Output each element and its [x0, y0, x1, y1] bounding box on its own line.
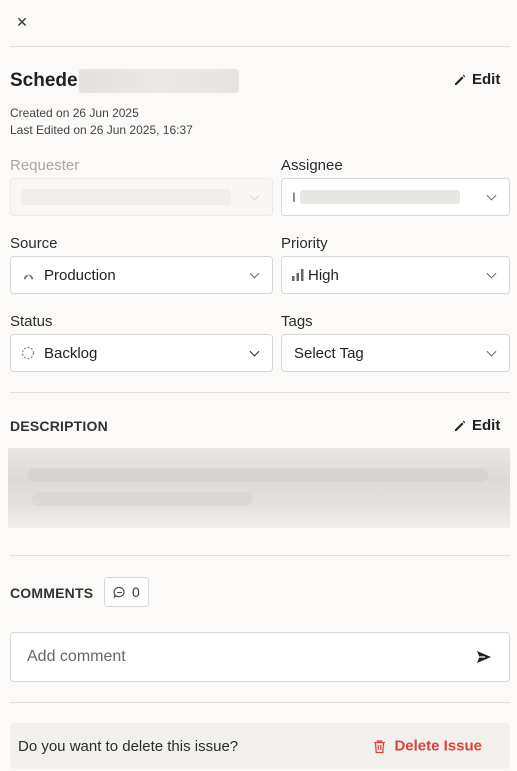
redacted-description	[8, 448, 510, 528]
delete-issue-button[interactable]: Delete Issue	[373, 738, 482, 755]
chevron-down-icon	[249, 268, 260, 279]
delete-question: Do you want to delete this issue?	[18, 737, 239, 755]
comment-count-badge: 0	[104, 577, 149, 607]
chevron-down-icon	[249, 190, 260, 201]
edit-description-label: Edit	[472, 417, 501, 434]
trash-icon	[374, 739, 386, 753]
tags-label: Tags	[281, 313, 313, 330]
section-divider	[10, 392, 510, 393]
description-title: DESCRIPTION	[10, 418, 108, 434]
chevron-down-icon	[486, 346, 497, 357]
pencil-icon	[455, 420, 466, 431]
created-date: Created on 26 Jun 2025	[10, 106, 139, 120]
comment-bubble-icon	[113, 586, 125, 599]
status-value: Backlog	[44, 344, 98, 362]
source-label: Source	[10, 235, 58, 252]
status-label: Status	[10, 313, 53, 330]
tags-value: Select Tag	[294, 344, 364, 362]
issue-title-text: Schede	[10, 70, 78, 91]
requester-select	[10, 178, 273, 216]
production-icon	[21, 268, 35, 282]
tags-select[interactable]: Select Tag	[281, 334, 510, 372]
assignee-select[interactable]: I	[281, 178, 510, 216]
delete-issue-bar: Do you want to delete this issue? Delete…	[10, 723, 510, 769]
requester-label: Requester	[10, 157, 80, 174]
priority-value: High	[308, 266, 339, 284]
source-value: Production	[44, 266, 116, 284]
last-edited-date: Last Edited on 26 Jun 2025, 16:37	[10, 123, 193, 137]
redacted-requester	[21, 189, 231, 205]
section-divider	[10, 702, 510, 703]
comments-title: COMMENTS	[10, 585, 94, 601]
signal-bars-icon	[291, 268, 305, 282]
status-select[interactable]: Backlog	[10, 334, 273, 372]
comment-input-container	[10, 632, 510, 682]
assignee-value: I	[292, 189, 296, 205]
chevron-down-icon	[486, 268, 497, 279]
send-icon[interactable]	[475, 648, 493, 666]
issue-title: Schede	[10, 69, 239, 93]
section-divider	[10, 555, 510, 556]
redacted-title	[78, 69, 239, 93]
pencil-icon	[455, 74, 466, 85]
header-divider	[10, 46, 510, 47]
chevron-down-icon	[249, 346, 260, 357]
comment-input[interactable]	[27, 648, 475, 666]
assignee-label: Assignee	[281, 157, 343, 174]
priority-label: Priority	[281, 235, 328, 252]
edit-title-label: Edit	[472, 71, 501, 88]
close-icon[interactable]: ✕	[12, 12, 32, 32]
edit-title-button[interactable]: Edit	[454, 71, 500, 88]
redacted-assignee	[299, 190, 460, 204]
chevron-down-icon	[486, 190, 497, 201]
priority-select[interactable]: High	[281, 256, 510, 294]
delete-issue-label: Delete Issue	[394, 737, 482, 755]
source-select[interactable]: Production	[10, 256, 273, 294]
comment-count: 0	[132, 584, 140, 600]
edit-description-button[interactable]: Edit	[454, 417, 500, 434]
dashed-circle-icon	[21, 346, 35, 360]
